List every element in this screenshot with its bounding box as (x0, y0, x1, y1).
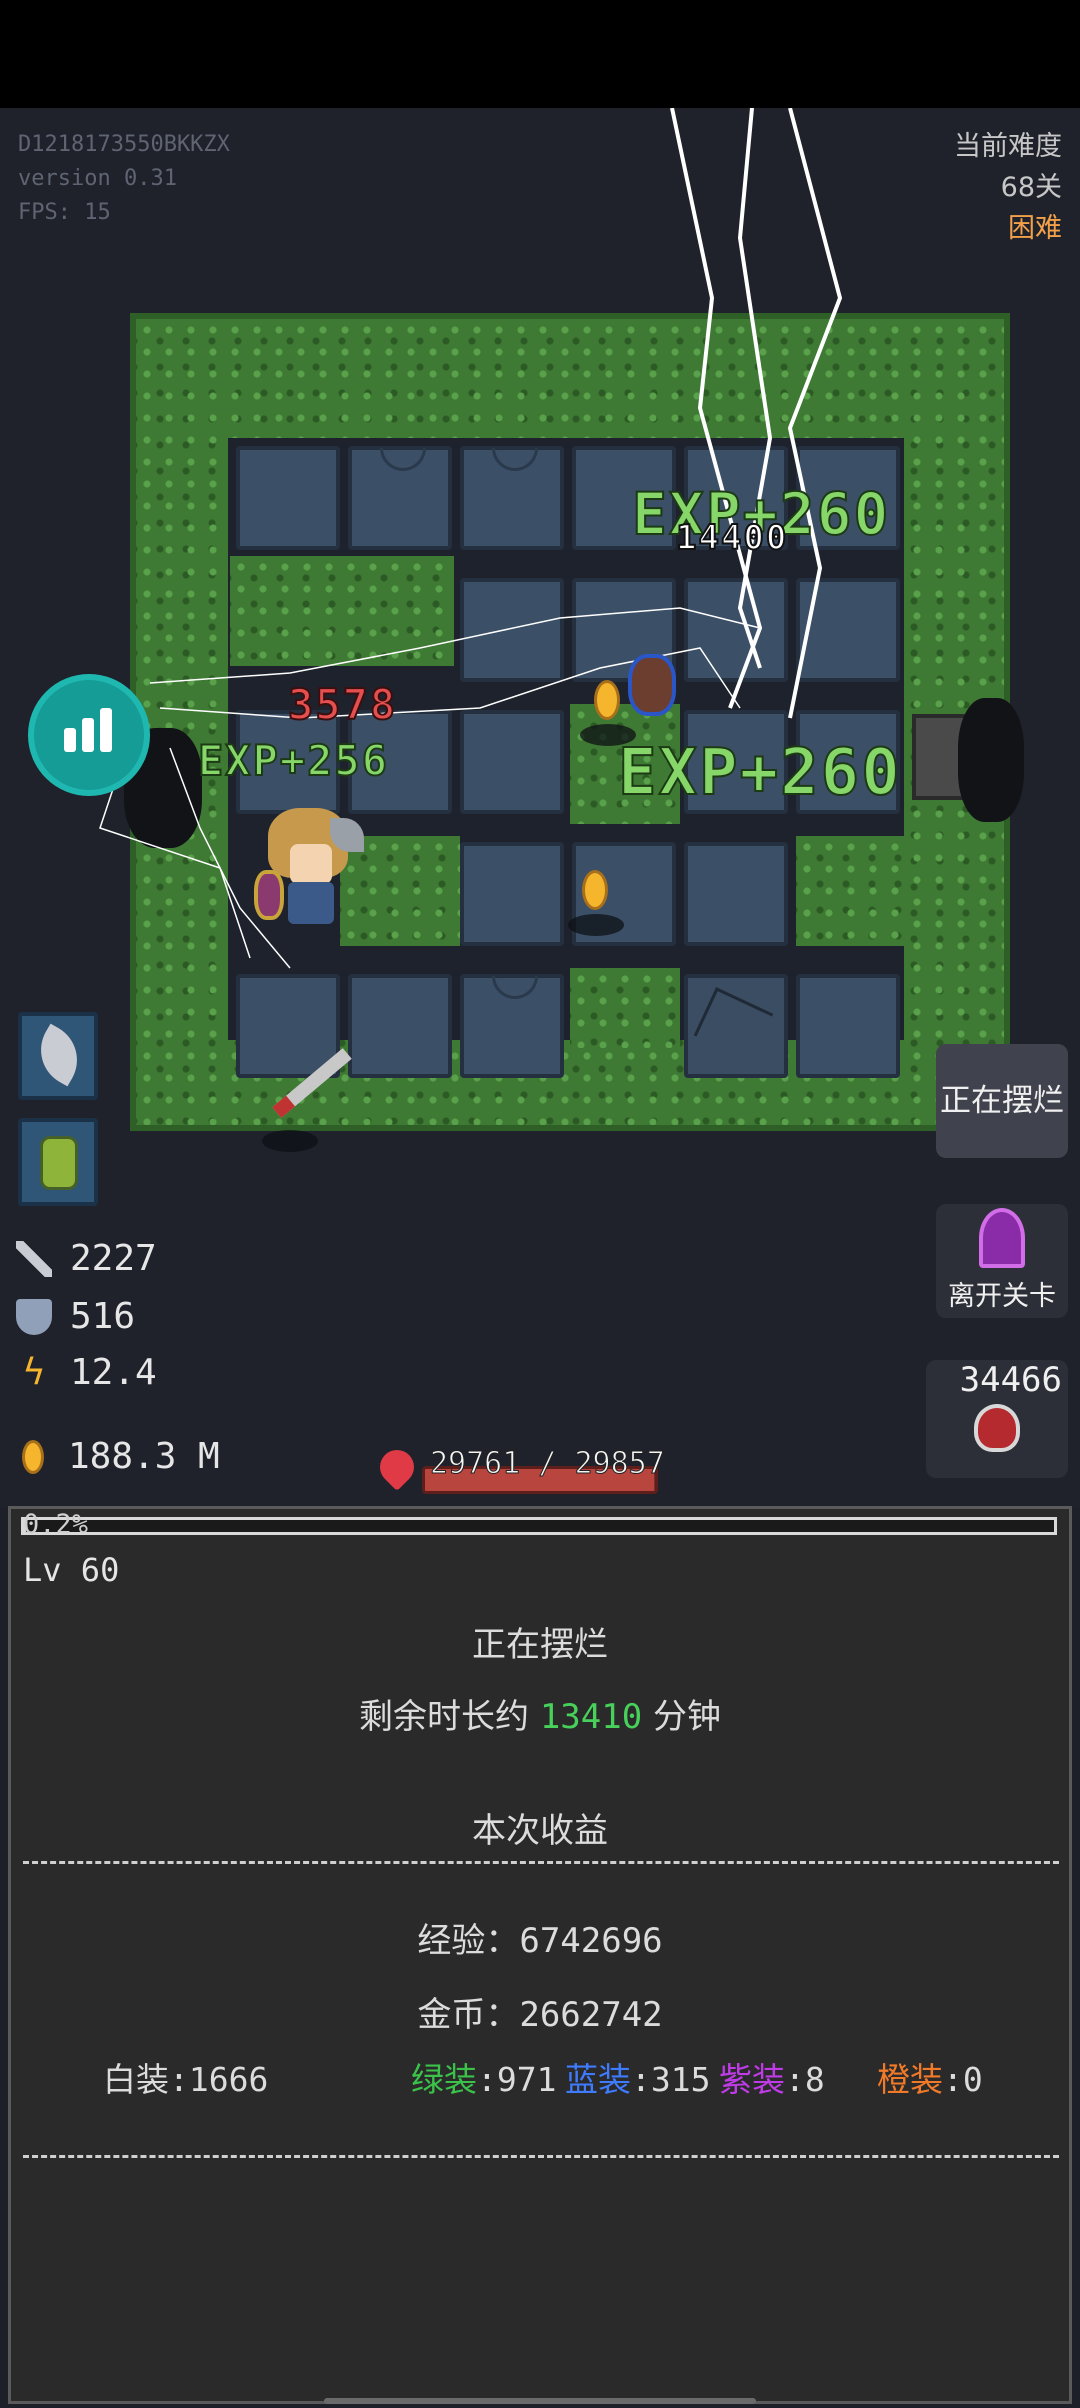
potion-jar-icon (40, 1136, 78, 1190)
lightning-effect (99, 108, 843, 969)
equip-purple-label: 紫装 (719, 2060, 785, 2099)
hp-text: 29761 / 29857 (430, 1446, 666, 1482)
level-text: Lv 60 (23, 1551, 120, 1589)
equip-blue-label: 蓝装 (565, 2060, 631, 2099)
remaining-prefix: 剩余时长约 (359, 1697, 529, 1737)
divider (23, 2155, 1059, 2158)
defense-stat: 516 (16, 1296, 135, 1337)
equip-white: 白装:1666 (103, 2053, 268, 2101)
idle-mode-label: 正在摆烂 (940, 1083, 1064, 1119)
red-potion-icon (974, 1404, 1020, 1452)
equip-green-count: :971 (477, 2060, 557, 2099)
damage-popup: 3578 (287, 679, 398, 730)
shield-icon (16, 1298, 52, 1335)
heart-icon (372, 1442, 422, 1492)
potion-button[interactable]: 34466 (926, 1360, 1068, 1478)
lightning-icon: ϟ (23, 1351, 45, 1393)
home-indicator (324, 2398, 756, 2404)
portal-icon (979, 1208, 1025, 1268)
exp-label: 经验： (417, 1921, 520, 1961)
equip-orange-count: :0 (943, 2060, 983, 2099)
game-viewport[interactable]: D1218173550BKKZX version 0.31 FPS: 15 当前… (0, 108, 1080, 1508)
progress-text: 0.2% (23, 1509, 89, 1540)
remaining-value: 13410 (539, 1697, 643, 1737)
equip-white-label: 白装 (103, 2060, 169, 2099)
stats-button[interactable] (28, 674, 150, 796)
gold-coin-icon[interactable] (594, 680, 620, 720)
speed-stat: ϟ 12.4 (16, 1352, 157, 1393)
exp-value: 6742696 (519, 1921, 663, 1961)
feather-skill-slot[interactable] (18, 1012, 98, 1100)
equip-blue-count: :315 (631, 2060, 711, 2099)
gold-coin-icon[interactable] (582, 870, 608, 910)
remaining-time: 剩余时长约 13410 分钟 (11, 1689, 1069, 1738)
equip-blue: 蓝装:315 (565, 2053, 710, 2101)
exp-popup: EXP+256 (197, 735, 390, 786)
attack-value: 2227 (70, 1238, 157, 1279)
idle-status: 正在摆烂 (472, 1625, 608, 1665)
hero-face (290, 844, 332, 884)
potion-skill-slot[interactable] (18, 1118, 98, 1206)
idle-mode-button[interactable]: 正在摆烂 (936, 1044, 1068, 1158)
idle-panel: 0.2% Lv 60 正在摆烂 剩余时长约 13410 分钟 本次收益 经验：6… (8, 1506, 1072, 2404)
sword-icon (16, 1240, 52, 1277)
gold-label: 金币： (417, 1995, 520, 2035)
gold-earnings: 金币：2662742 (11, 1987, 1069, 2036)
hero-shield (254, 870, 284, 920)
equip-green-label: 绿装 (411, 2060, 477, 2099)
leave-stage-label: 离开关卡 (948, 1281, 1056, 1312)
gold-stat: 188.3 M (16, 1436, 220, 1477)
feather-icon (27, 1023, 91, 1087)
remaining-unit: 分钟 (652, 1697, 721, 1737)
shield-enemy-icon (628, 654, 676, 716)
exp-earnings: 经验：6742696 (11, 1913, 1069, 1962)
item-shadow (262, 1130, 318, 1152)
status-bar (0, 0, 1080, 108)
speed-value: 12.4 (70, 1352, 157, 1393)
equip-purple: 紫装:8 (719, 2053, 825, 2101)
hero-character (252, 804, 364, 934)
potion-count: 34466 (959, 1360, 1062, 1400)
equip-white-count: :1666 (169, 2060, 269, 2099)
equip-purple-count: :8 (785, 2060, 825, 2099)
equip-green: 绿装:971 (411, 2053, 556, 2101)
exp-popup: EXP+260 (617, 735, 902, 811)
hero-body (288, 882, 334, 924)
equip-orange: 橙装:0 (877, 2053, 983, 2101)
gold-value: 188.3 M (68, 1436, 220, 1477)
divider (23, 1861, 1059, 1864)
attack-stat: 2227 (16, 1238, 157, 1279)
gold-coin-icon (22, 1439, 44, 1474)
earnings-title: 本次收益 (472, 1811, 608, 1851)
damage-popup: 14400 (675, 517, 789, 559)
equip-orange-label: 橙装 (877, 2060, 943, 2099)
defense-value: 516 (70, 1296, 136, 1337)
coin-shadow (568, 914, 624, 936)
exp-progress-bar (21, 1517, 1057, 1535)
gold-value: 2662742 (519, 1995, 663, 2035)
leave-stage-button[interactable]: 离开关卡 (936, 1204, 1068, 1318)
